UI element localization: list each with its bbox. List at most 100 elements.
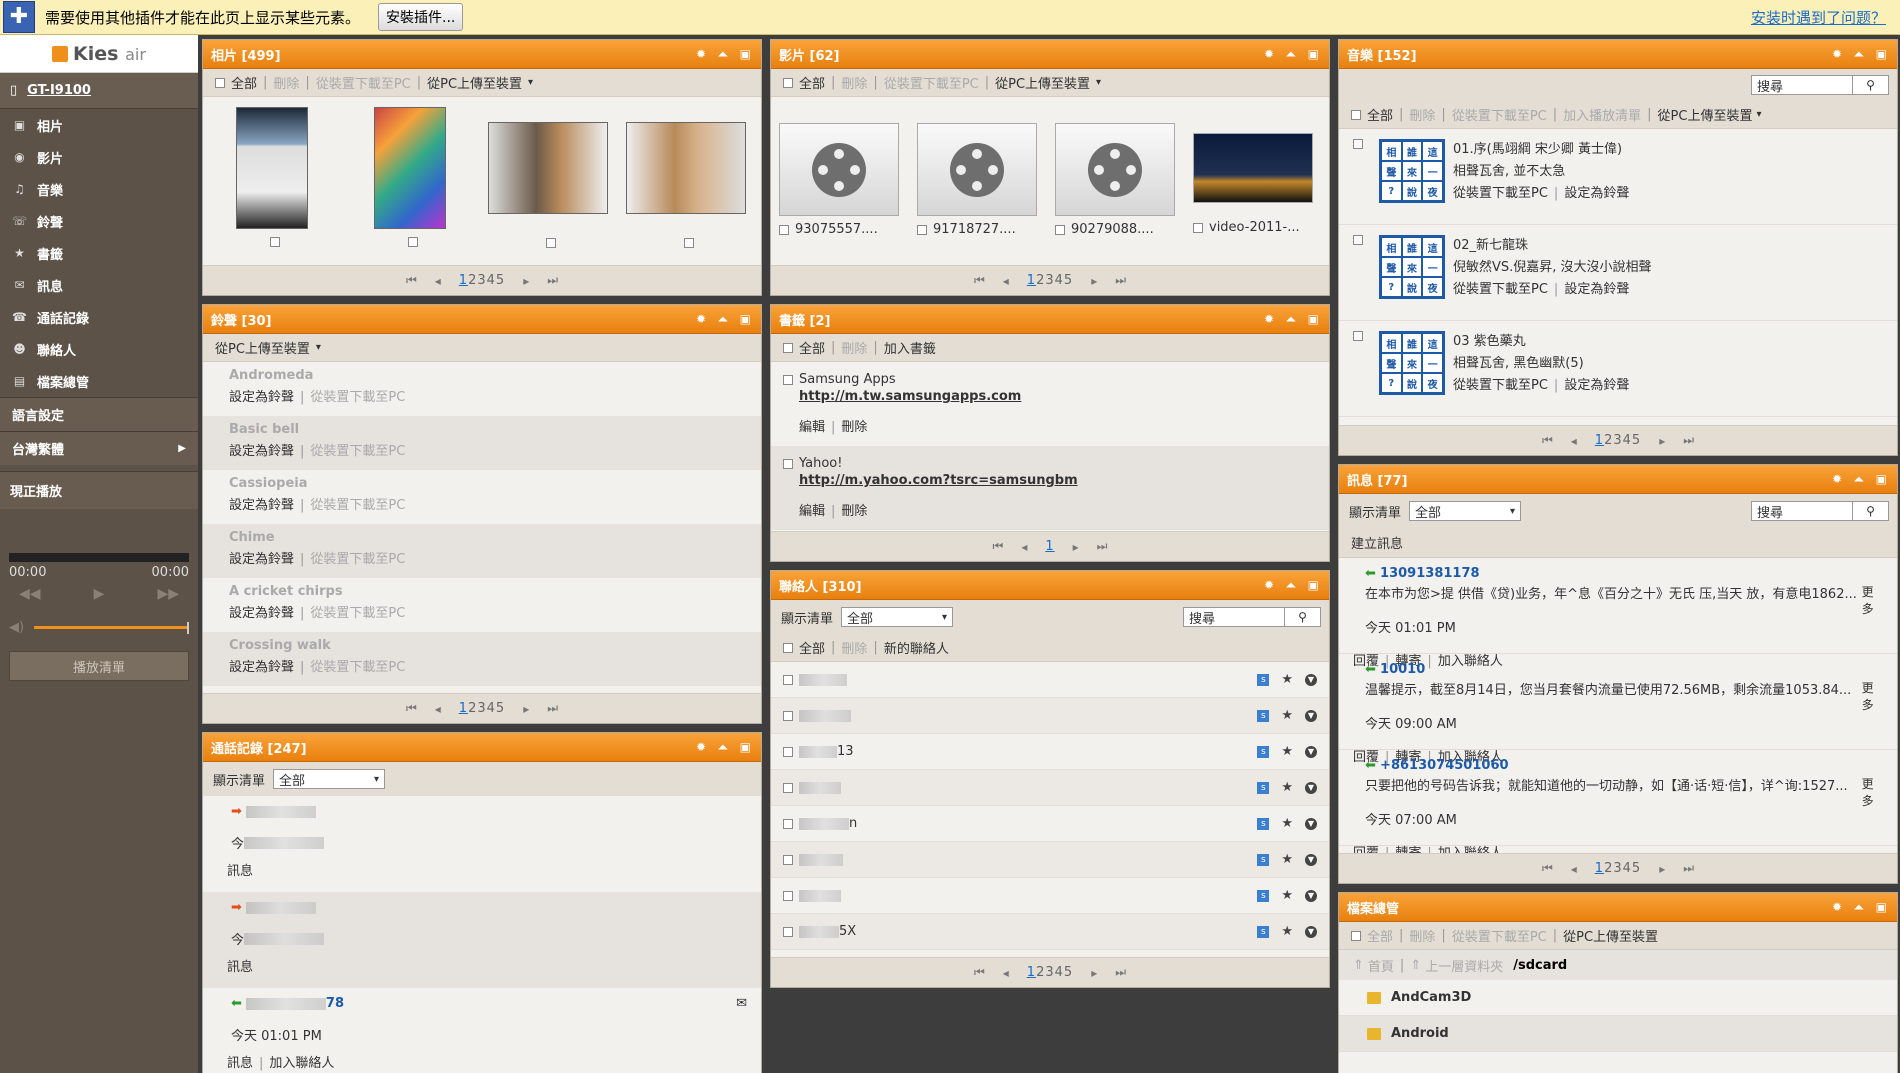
prev-page-icon[interactable]: ◂ [1003,274,1009,288]
video-item[interactable]: 90279088.... [1055,123,1175,237]
next-page-icon[interactable]: ▸ [1091,274,1097,288]
prev-icon[interactable]: ◀◀ [19,586,41,602]
delete-button[interactable]: 刪除 [841,638,867,657]
collapse-icon[interactable]: ⏶ [718,312,728,327]
last-page-icon[interactable]: ⏭ [1683,433,1694,448]
more-link[interactable]: 更多 [1862,775,1885,809]
message-row[interactable]: ⬅ +8613074501060 只要把他的号码告诉我；就能知道他的一切动静，如【… [1339,750,1897,861]
prev-page-icon[interactable]: ◂ [1571,434,1577,448]
next-page-icon[interactable]: ▸ [1659,434,1665,448]
first-page-icon[interactable]: ⏮ [974,965,985,980]
contact-checkbox[interactable] [783,926,793,937]
download-link[interactable]: 從裝置下載至PC [310,498,405,513]
star-icon[interactable]: ★ [1281,924,1293,939]
download-link[interactable]: 從裝置下載至PC [310,444,405,459]
search-icon[interactable]: ⚲ [1852,502,1888,520]
photo-checkbox[interactable] [684,238,694,248]
new-message-button[interactable]: 建立訊息 [1351,533,1403,552]
page-numbers[interactable]: 12345 [1595,433,1641,448]
contact-row[interactable]: n s ★ ▼ [771,806,1329,842]
download-button[interactable]: 從裝置下載至PC [1452,926,1547,945]
gear-icon[interactable]: ✹ [1264,312,1274,327]
upload-button[interactable]: 從PC上傳至裝置 [1563,926,1658,945]
chevron-down-icon[interactable]: ▼ [1305,853,1317,866]
sidebar-item[interactable]: ♫ 音樂 [0,173,198,205]
select-all-label[interactable]: 全部 [799,638,825,657]
collapse-icon[interactable]: ⏶ [1286,578,1296,593]
download-link[interactable]: 從裝置下載至PC [310,606,405,621]
search-input[interactable]: 搜尋 [1184,608,1284,627]
photo-checkbox[interactable] [546,238,556,248]
more-link[interactable]: 更多 [1862,583,1885,617]
first-page-icon[interactable]: ⏮ [406,273,417,288]
contact-checkbox[interactable] [783,746,793,757]
edit-link[interactable]: 編輯 [799,420,825,435]
call-message-link[interactable]: 訊息 [227,864,253,879]
set-ringtone-link[interactable]: 設定為鈴聲 [229,660,294,675]
upload-button[interactable]: 從PC上傳至裝置 [215,338,310,357]
prev-page-icon[interactable]: ◂ [1003,966,1009,980]
song-checkbox[interactable] [1353,331,1363,341]
contact-row[interactable]: s ★ ▼ [771,878,1329,914]
volume-slider[interactable] [34,626,187,629]
select-all-checkbox[interactable] [1351,930,1361,941]
set-ringtone-link[interactable]: 設定為鈴聲 [1564,378,1629,393]
contacts-search[interactable]: 搜尋 ⚲ [1183,607,1321,627]
star-icon[interactable]: ★ [1281,708,1293,723]
last-page-icon[interactable]: ⏭ [1097,539,1108,554]
page-numbers[interactable]: 12345 [1027,273,1073,288]
page-numbers[interactable]: 12345 [1027,965,1073,980]
up-folder-link[interactable]: 上一層資料夾 [1425,956,1503,975]
last-page-icon[interactable]: ⏭ [1683,861,1694,876]
star-icon[interactable]: ★ [1281,888,1293,903]
play-icon[interactable]: ▶ [94,586,105,602]
collapse-icon[interactable]: ⏶ [718,740,728,755]
search-input[interactable]: 搜尋 [1752,502,1852,521]
select-all-label[interactable]: 全部 [231,73,257,92]
maximize-icon[interactable]: ▣ [1876,472,1887,487]
next-page-icon[interactable]: ▸ [1073,540,1079,554]
contact-row[interactable]: s ★ ▼ [771,662,1329,698]
sidebar-item[interactable]: ✉ 訊息 [0,269,198,301]
add-contact-link[interactable]: 加入聯絡人 [1438,654,1503,669]
download-link[interactable]: 從裝置下載至PC [310,390,405,405]
page-numbers[interactable]: 12345 [459,273,505,288]
search-input[interactable]: 搜尋 [1752,76,1852,95]
star-icon[interactable]: ★ [1281,816,1293,831]
delete-button[interactable]: 刪除 [1409,926,1435,945]
contact-row[interactable]: s ★ ▼ [771,770,1329,806]
download-link[interactable]: 從裝置下載至PC [1453,282,1548,297]
download-button[interactable]: 從裝置下載至PC [316,73,411,92]
call-row[interactable]: ⬅ 78 ✉ 今天 01:01 PM 訊息 | 加入聯絡人 [203,988,761,1073]
ringtone-row[interactable]: Chime 設定為鈴聲 | 從裝置下載至PC [203,524,761,578]
message-sender[interactable]: 10010 [1380,662,1425,677]
gear-icon[interactable]: ✹ [696,47,706,62]
photo-item[interactable] [213,107,331,248]
message-sender[interactable]: 13091381178 [1380,566,1480,581]
maximize-icon[interactable]: ▣ [1308,578,1319,593]
filter-select[interactable]: 全部 [1409,501,1522,521]
home-icon[interactable]: ⇑ [1353,958,1364,973]
set-ringtone-link[interactable]: 設定為鈴聲 [1564,186,1629,201]
select-all-checkbox[interactable] [783,342,793,353]
delete-link[interactable]: 刪除 [841,420,867,435]
speaker-icon[interactable]: ◀) [9,620,24,635]
gear-icon[interactable]: ✹ [1832,472,1842,487]
first-page-icon[interactable]: ⏮ [1542,433,1553,448]
call-message-link[interactable]: 訊息 [227,960,253,975]
chevron-down-icon[interactable]: ▾ [528,77,533,88]
ringtone-row[interactable]: Cassiopeia 設定為鈴聲 | 從裝置下載至PC [203,470,761,524]
star-icon[interactable]: ★ [1281,852,1293,867]
select-all-checkbox[interactable] [783,642,793,653]
last-page-icon[interactable]: ⏭ [547,701,558,716]
contact-checkbox[interactable] [783,782,793,793]
star-icon[interactable]: ★ [1281,744,1293,759]
photo-checkbox[interactable] [270,237,280,247]
last-page-icon[interactable]: ⏭ [1115,273,1126,288]
select-all-checkbox[interactable] [215,77,225,88]
region-select[interactable]: 台灣繁體 ▶ [0,431,198,465]
volume-knob[interactable] [187,621,189,634]
photo-checkbox[interactable] [408,237,418,247]
envelope-icon[interactable]: ✉ [736,996,747,1011]
first-page-icon[interactable]: ⏮ [406,701,417,716]
